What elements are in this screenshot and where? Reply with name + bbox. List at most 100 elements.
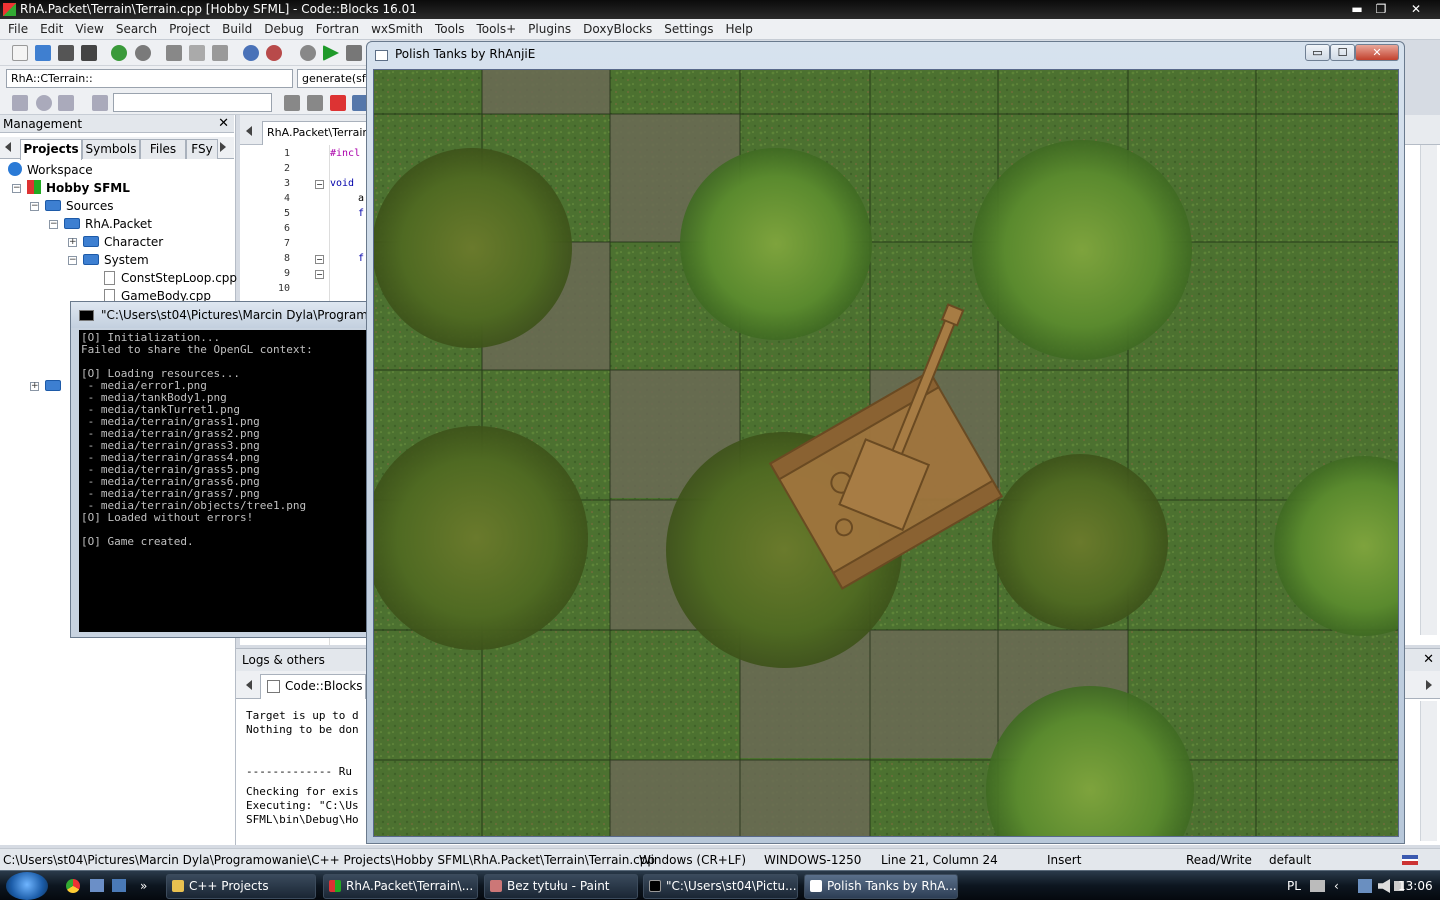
menu-help[interactable]: Help [719,22,758,36]
marker-icon[interactable] [330,95,346,111]
logs-tab-codeblocks[interactable]: Code::Blocks [260,674,366,699]
scope-combo[interactable]: RhA::CTerrain:: [6,69,293,88]
paste-icon[interactable] [212,45,228,61]
line-number: 10 [277,283,290,294]
highlight-icon[interactable] [92,95,108,111]
tree-label-project: Hobby SFML [46,181,130,195]
game-close-button[interactable]: ✕ [1355,44,1399,61]
tab-files[interactable]: Files [140,139,186,159]
line-number: 5 [283,208,290,219]
menu-edit[interactable]: Edit [34,22,69,36]
menu-file[interactable]: File [2,22,34,36]
logs-close-icon[interactable]: ✕ [1423,649,1434,671]
collapse-icon[interactable]: − [49,220,58,229]
tree-system[interactable]: System [83,251,149,269]
logs-tab-left-icon[interactable] [246,680,252,690]
build-run-icon[interactable] [346,45,362,61]
language-indicator[interactable]: PL [1287,871,1301,900]
keyboard-icon[interactable] [1310,880,1325,892]
volume-icon[interactable] [1378,879,1390,893]
clock[interactable]: 13:06 [1398,871,1433,900]
tree-rha-packet[interactable]: RhA.Packet [64,215,152,233]
game-minimize-button[interactable]: ▭ [1305,44,1330,61]
taskbar-item-cpp-projects[interactable]: C++ Projects [166,874,316,899]
fold-marker-icon[interactable]: − [315,180,324,189]
game-maximize-button[interactable]: ☐ [1330,44,1355,61]
menu-fortran[interactable]: Fortran [310,22,365,36]
editor-tab-left-icon[interactable] [246,126,252,136]
menu-search[interactable]: Search [110,22,163,36]
tab-fsy[interactable]: FSy [186,139,218,159]
prev-arrow-icon[interactable] [284,95,300,111]
close-button[interactable]: ✕ [1398,0,1434,18]
tab-scroll-left-icon[interactable] [5,142,11,152]
save-all-icon[interactable] [81,45,97,61]
tree-sources[interactable]: Sources [45,197,113,215]
expand-icon[interactable]: + [30,382,39,391]
tree-project-hobby-sfml[interactable]: Hobby SFML [27,179,130,197]
chrome-icon[interactable] [66,879,80,893]
cut-icon[interactable] [166,45,182,61]
collapse-icon[interactable]: − [12,184,21,193]
jump-back-icon[interactable] [12,95,28,111]
build-gear-icon[interactable] [300,45,316,61]
network-icon[interactable] [1358,879,1372,893]
logs-tab-right-icon[interactable] [1426,680,1432,690]
jump-forward-icon[interactable] [58,95,74,111]
expand-icon[interactable]: + [68,238,77,247]
menu-project[interactable]: Project [163,22,216,36]
tray-expand-icon[interactable]: ‹ [1334,871,1339,900]
replace-icon[interactable] [266,45,282,61]
game-canvas[interactable] [373,69,1399,837]
maximize-button[interactable]: ❐ [1370,0,1392,18]
open-icon[interactable] [35,45,51,61]
menu-build[interactable]: Build [216,22,258,36]
show-desktop-icon[interactable] [90,879,104,892]
search-combo[interactable] [113,93,272,112]
new-file-icon[interactable] [12,45,28,61]
main-title-bar: RhA.Packet\Terrain\Terrain.cpp [Hobby SF… [0,0,1440,19]
editor-tab-terrain[interactable]: RhA.Packet\Terrain\ [262,121,372,145]
management-tabs: Projects Symbols Files FSy [0,137,234,160]
menu-plugins[interactable]: Plugins [522,22,577,36]
tree-character[interactable]: Character [83,233,163,251]
function-combo[interactable]: generate(sf:: [297,69,370,88]
tab-scroll-right-icon[interactable] [220,142,226,152]
console-title-bar[interactable]: "C:\Users\st04\Pictures\Marcin Dyla\Prog… [71,302,369,328]
menu-view[interactable]: View [69,22,109,36]
code-completion-toolbar: RhA::CTerrain:: generate(sf:: [0,66,370,90]
menu-doxyblocks[interactable]: DoxyBlocks [577,22,658,36]
run-icon[interactable] [323,45,339,61]
editor-scrollbar[interactable] [1420,145,1437,635]
start-button[interactable] [6,872,48,900]
collapse-icon[interactable]: − [68,256,77,265]
tab-projects[interactable]: Projects [20,139,82,160]
menu-tools-plus[interactable]: Tools+ [471,22,523,36]
taskbar-item-paint[interactable]: Bez tytułu - Paint [484,874,638,899]
find-icon[interactable] [243,45,259,61]
logs-scrollbar[interactable] [1420,701,1437,841]
menu-wxsmith[interactable]: wxSmith [365,22,429,36]
bookmark-icon[interactable] [36,95,52,111]
fold-marker-icon[interactable]: − [315,270,324,279]
taskbar-item-polish-tanks[interactable]: Polish Tanks by RhA... [804,874,958,899]
quicklaunch-more-icon[interactable]: » [140,871,147,900]
next-arrow-icon[interactable] [307,95,323,111]
fold-marker-icon[interactable]: − [315,255,324,264]
copy-icon[interactable] [189,45,205,61]
menu-tools[interactable]: Tools [429,22,471,36]
collapse-icon[interactable]: − [30,202,39,211]
save-icon[interactable] [58,45,74,61]
minimize-button[interactable]: ▬ [1346,0,1368,18]
management-close-icon[interactable]: ✕ [218,115,229,133]
taskbar-item-console[interactable]: "C:\Users\st04\Pictu... [643,874,798,899]
undo-icon[interactable] [111,45,127,61]
taskbar-item-codeblocks[interactable]: RhA.Packet\Terrain\... [323,874,478,899]
redo-icon[interactable] [135,45,151,61]
tree-file-conststeploop[interactable]: ConstStepLoop.cpp [104,269,237,287]
switch-windows-icon[interactable] [112,879,126,892]
menu-debug[interactable]: Debug [258,22,309,36]
tree-workspace[interactable]: Workspace [8,161,93,179]
tab-symbols[interactable]: Symbols [82,139,140,159]
menu-settings[interactable]: Settings [658,22,719,36]
